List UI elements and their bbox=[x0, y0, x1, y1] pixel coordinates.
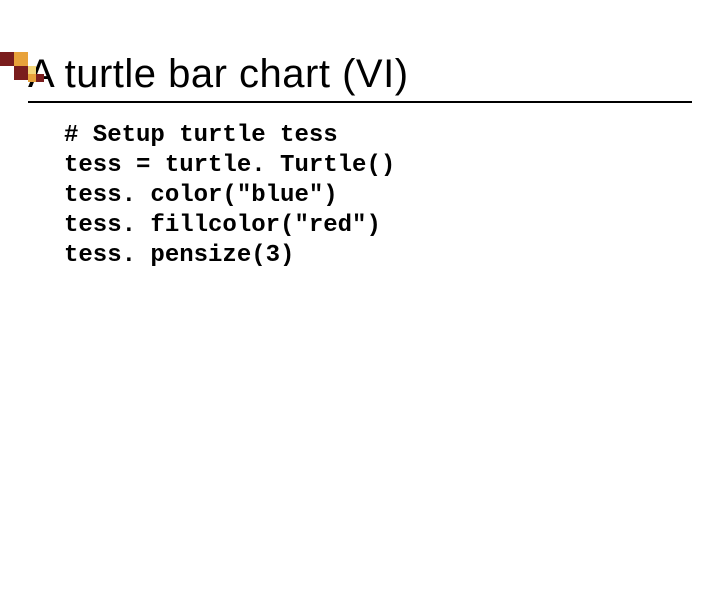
code-line: # Setup turtle tess bbox=[64, 122, 338, 149]
code-line: tess. fillcolor("red") bbox=[64, 212, 381, 239]
code-block: # Setup turtle tess tess = turtle. Turtl… bbox=[64, 121, 720, 271]
slide-title: A turtle bar chart (VI) bbox=[28, 52, 692, 97]
corner-decoration bbox=[0, 52, 60, 92]
title-container: A turtle bar chart (VI) bbox=[28, 52, 692, 103]
code-line: tess = turtle. Turtle() bbox=[64, 152, 395, 179]
code-line: tess. color("blue") bbox=[64, 182, 338, 209]
code-line: tess. pensize(3) bbox=[64, 242, 294, 269]
